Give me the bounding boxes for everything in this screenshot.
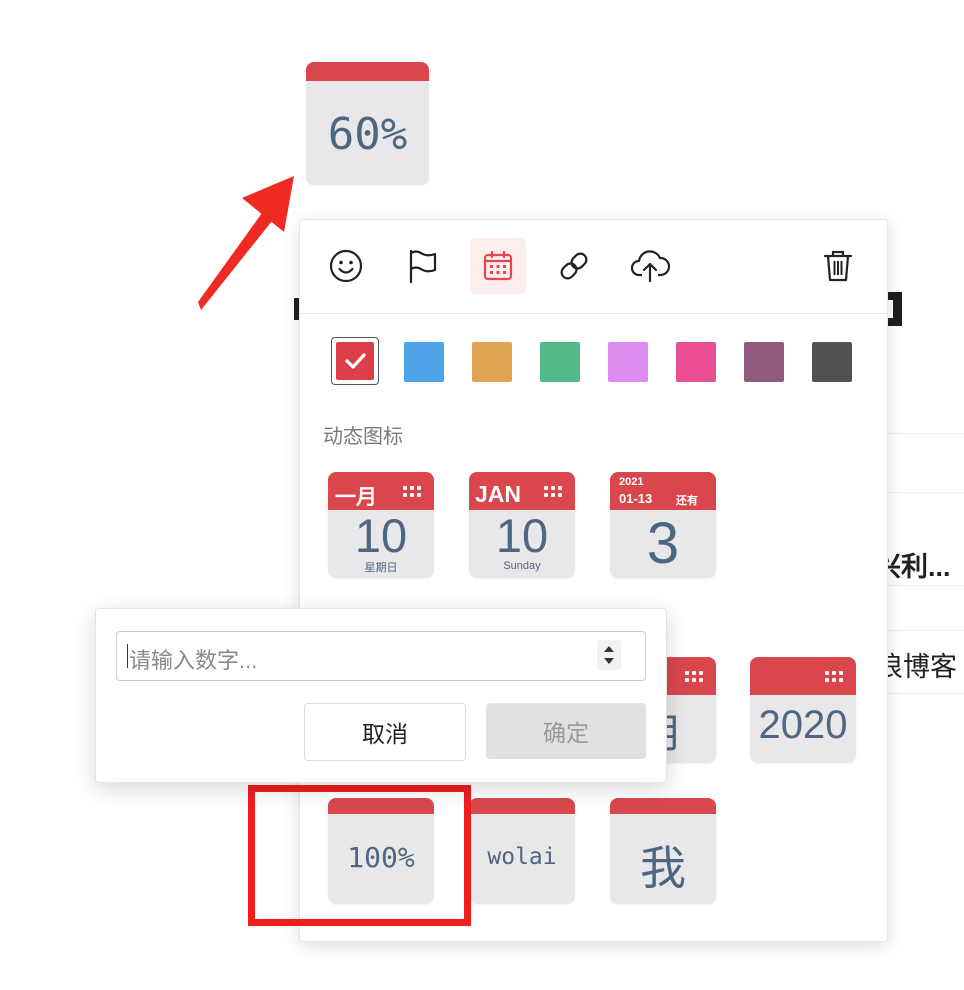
background-divider (888, 585, 964, 586)
flag-icon (409, 249, 437, 284)
number-input-placeholder: 请输入数字... (129, 648, 258, 673)
preview-icon-label: 60% (327, 109, 408, 160)
color-swatch[interactable] (812, 342, 852, 382)
dynamic-icon-countdown[interactable]: 2021 01-13 还有 3 (610, 472, 716, 578)
custom-icon-wolai[interactable]: wolai (469, 798, 575, 904)
dynamic-icon-weekday: Sunday (503, 560, 541, 572)
background-divider (888, 693, 964, 694)
cancel-button[interactable]: 取消 (304, 703, 466, 761)
countdown-date: 01-13 (619, 491, 653, 506)
color-swatch[interactable] (472, 342, 512, 382)
confirm-button[interactable]: 确定 (486, 703, 646, 759)
dynamic-icon-day: 10 (354, 509, 408, 562)
smile-icon (329, 249, 363, 283)
emoji-tab[interactable] (318, 238, 374, 294)
cloud-upload-icon (630, 250, 670, 283)
color-swatch[interactable] (676, 342, 716, 382)
section-title-dynamic-icons: 动态图标 (323, 426, 403, 448)
dynamic-icon-year-value: 2020 (758, 703, 848, 747)
countdown-tag: 还有 (676, 495, 698, 507)
calendar-icon (483, 250, 513, 281)
annotation-highlight-box (248, 785, 471, 926)
color-swatch[interactable] (608, 342, 648, 382)
background-divider (888, 433, 964, 434)
text-cursor (127, 644, 128, 668)
background-list-text: 浪博客 (876, 652, 957, 682)
dynamic-icon-year[interactable]: 2020 (750, 657, 856, 763)
dynamic-icon-chinese-month[interactable]: 一月 10 星期日 (328, 472, 434, 578)
countdown-year: 2021 (619, 476, 644, 488)
checkmark-icon (345, 353, 366, 369)
custom-icon-wo-label: 我 (640, 842, 686, 894)
number-input-popup: 请输入数字... 取消 确定 (95, 608, 667, 783)
delete-button[interactable] (810, 238, 866, 294)
custom-icon-wolai-label: wolai (487, 844, 557, 870)
toolbar-divider (300, 313, 887, 314)
annotation-arrow (198, 176, 294, 310)
dynamic-icon-month: 一月 (335, 486, 377, 509)
countdown-days: 3 (646, 511, 680, 576)
background-divider (888, 492, 964, 493)
color-swatch[interactable] (744, 342, 784, 382)
color-swatch[interactable] (404, 342, 444, 382)
page-icon-preview[interactable]: 60% (306, 62, 429, 185)
stepper-arrows-icon (604, 646, 614, 664)
color-swatch[interactable] (540, 342, 580, 382)
dynamic-icon-weekday: 星期日 (364, 562, 398, 574)
background-heading-fragment (893, 300, 902, 318)
link-tab[interactable] (546, 238, 602, 294)
color-swatch[interactable] (336, 342, 374, 380)
flag-tab[interactable] (394, 238, 450, 294)
dynamic-icon-month: JAN (475, 481, 522, 507)
trash-icon (823, 250, 853, 282)
dynamic-icon-english-month[interactable]: JAN 10 Sunday (469, 472, 575, 578)
calendar-tab[interactable] (470, 238, 526, 294)
number-stepper[interactable] (597, 640, 621, 670)
upload-tab[interactable] (622, 238, 678, 294)
dynamic-icon-day: 10 (495, 509, 549, 562)
custom-icon-wo[interactable]: 我 (610, 798, 716, 904)
link-icon (560, 252, 588, 280)
number-input[interactable]: 请输入数字... (116, 631, 646, 681)
background-divider (888, 630, 964, 631)
